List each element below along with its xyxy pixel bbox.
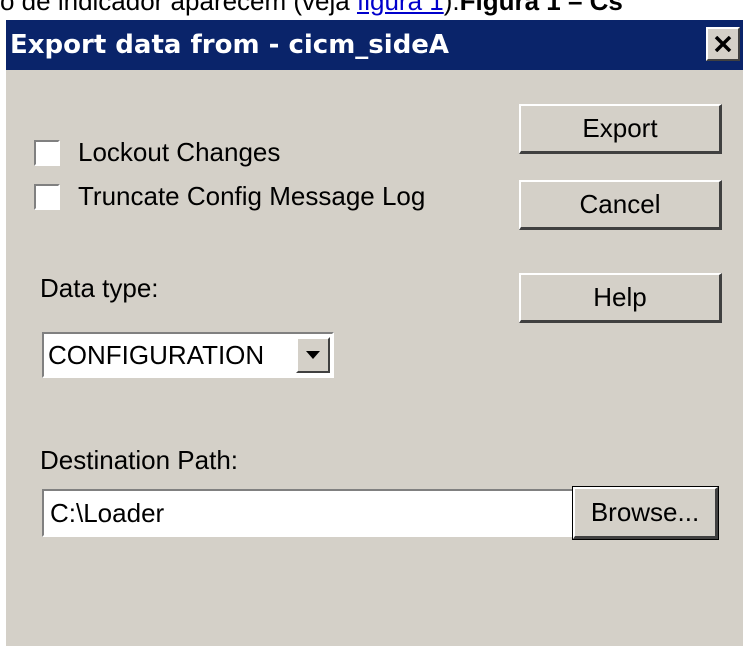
dialog-title: Export data from - cicm_sideA: [10, 30, 450, 60]
chevron-down-icon: [306, 351, 320, 359]
background-article-text: o de indicador aparecem (veja figura 1).…: [0, 0, 743, 16]
destination-path-input[interactable]: [42, 489, 578, 537]
destination-path-label: Destination Path:: [40, 445, 239, 475]
data-type-value: CONFIGURATION: [48, 340, 265, 370]
close-button[interactable]: [706, 27, 740, 61]
figure-link[interactable]: figura 1: [357, 0, 444, 16]
data-type-select[interactable]: CONFIGURATION: [42, 332, 334, 378]
dialog-title-bar[interactable]: Export data from - cicm_sideA: [6, 20, 743, 70]
lockout-changes-option[interactable]: Lockout Changes: [34, 137, 280, 168]
article-text-suffix: ).: [443, 0, 460, 16]
truncate-log-label: Truncate Config Message Log: [78, 181, 426, 211]
truncate-log-checkbox[interactable]: [34, 183, 60, 210]
figure-caption: Figura 1 – Cs: [459, 0, 623, 16]
article-text-prefix: o de indicador aparecem (veja: [0, 0, 357, 16]
cancel-button[interactable]: Cancel: [519, 180, 722, 230]
lockout-changes-label: Lockout Changes: [78, 137, 281, 167]
browse-button[interactable]: Browse...: [572, 486, 719, 540]
help-button[interactable]: Help: [519, 273, 722, 323]
dropdown-arrow-button[interactable]: [296, 337, 330, 373]
export-dialog: Export data from - cicm_sideA Export Can…: [6, 20, 743, 646]
lockout-changes-checkbox[interactable]: [34, 139, 60, 166]
data-type-label: Data type:: [40, 273, 159, 303]
export-button[interactable]: Export: [519, 104, 722, 154]
close-icon: [714, 36, 732, 52]
truncate-log-option[interactable]: Truncate Config Message Log: [34, 181, 425, 212]
